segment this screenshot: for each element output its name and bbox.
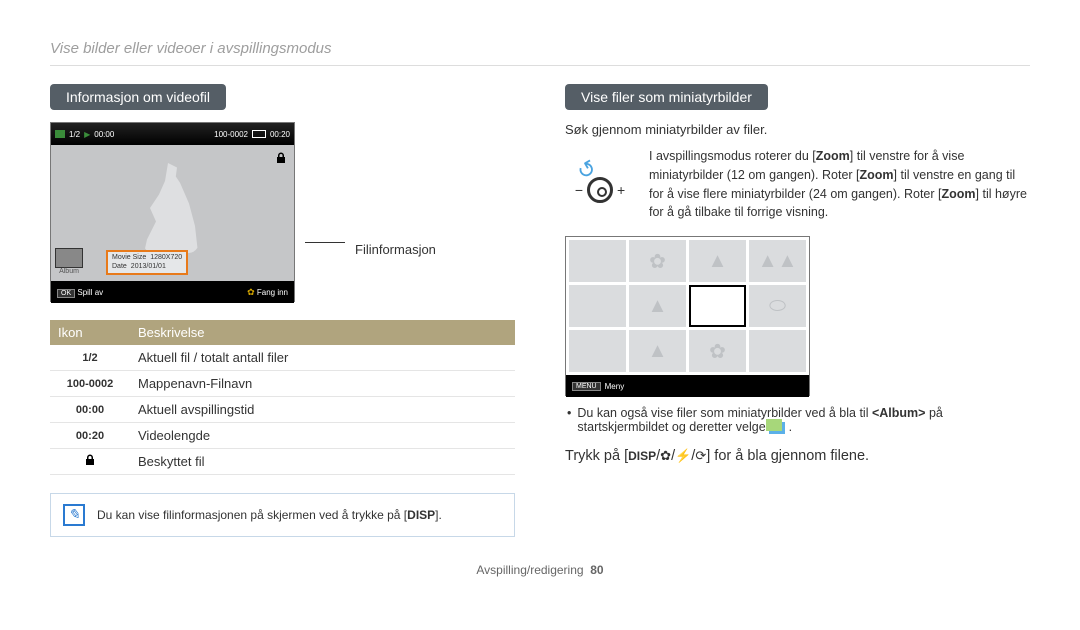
section-heading-left: Informasjon om videofil <box>50 84 226 110</box>
desc-cell: Aktuell avspillingstid <box>130 397 515 423</box>
divider <box>50 65 1030 66</box>
playtime: 00:00 <box>94 130 114 139</box>
disp-label: DISP <box>628 449 656 463</box>
ok-button: OK <box>57 289 75 298</box>
play-label: Spill av <box>77 288 103 297</box>
icon-description-table: Ikon Beskrivelse 1/2Aktuell fil / totalt… <box>50 320 515 475</box>
flower-icon: ✿ <box>247 287 255 297</box>
fileinfo-callout: Filinformasjon <box>355 242 436 257</box>
page-title: Vise bilder eller videoer i avspillingsm… <box>50 40 1030 57</box>
thumbnail-grid: ✿ ▲ ▲▲ ▲ ⬭ ▲ ✿ <box>566 237 809 375</box>
file-info-popup: Movie Size 1280X720 Date 2013/01/01 <box>106 250 188 275</box>
thumb-cell <box>569 240 626 282</box>
timer-icon: ⟳ <box>695 448 706 463</box>
album-multi-icon <box>769 422 785 434</box>
duration: 00:20 <box>270 130 290 139</box>
file-counter: 1/2 <box>69 130 80 139</box>
video-frame: Album Movie Size 1280X720 Date 2013/01/01 <box>51 145 294 281</box>
note-text: Du kan vise filinformasjonen på skjermen… <box>97 508 442 522</box>
icon-cell: 100-0002 <box>50 371 130 397</box>
album-thumb: Album <box>55 248 83 275</box>
video-topbar: 1/2 ▶ 00:00 100-0002 00:20 <box>51 123 294 145</box>
thumbnail-bottombar: MENU Meny <box>566 375 809 397</box>
thumb-cell: ⬭ <box>749 285 806 327</box>
info-size-label: Movie Size <box>112 254 146 262</box>
zoom-dial: − + <box>565 177 635 203</box>
table-head-desc: Beskrivelse <box>130 320 515 345</box>
bullet-note: • Du kan også vise filer som miniatyrbil… <box>565 406 1030 434</box>
thumb-cell <box>569 285 626 327</box>
minus-label: − <box>575 182 583 198</box>
thumb-cell: ▲▲ <box>749 240 806 282</box>
info-date-value: 2013/01/01 <box>131 263 166 271</box>
footer-section: Avspilling/redigering <box>476 563 583 577</box>
table-head-icon: Ikon <box>50 320 130 345</box>
flower-icon: ✿ <box>660 448 671 463</box>
thumb-cell <box>749 330 806 372</box>
info-date-label: Date <box>112 263 127 271</box>
thumb-cell: ▲ <box>629 285 686 327</box>
dancer-silhouette <box>141 163 201 253</box>
table-row: Beskyttet fil <box>50 449 515 475</box>
desc-cell: Beskyttet fil <box>130 449 515 475</box>
capture-label: Fang inn <box>257 288 288 297</box>
icon-cell: 00:00 <box>50 397 130 423</box>
bullet-icon: • <box>567 406 571 434</box>
battery-icon <box>252 130 266 138</box>
video-bottombar: OK Spill av ✿ Fang inn <box>51 281 294 303</box>
left-column: Informasjon om videofil 1/2 ▶ 00:00 100-… <box>50 84 515 537</box>
table-row: 00:20Videolengde <box>50 423 515 449</box>
desc-cell: Aktuell fil / totalt antall filer <box>130 345 515 371</box>
thumbnail-screenshot: ✿ ▲ ▲▲ ▲ ⬭ ▲ ✿ MENU Meny <box>565 236 810 396</box>
flash-icon: ⚡ <box>675 448 691 463</box>
intro-text: Søk gjennom miniatyrbilder av filer. <box>565 122 1030 137</box>
thumb-cell: ▲ <box>689 240 746 282</box>
info-size-value: 1280X720 <box>150 254 182 262</box>
zoom-wheel-icon <box>587 177 613 203</box>
lock-icon <box>85 454 95 466</box>
table-row: 1/2Aktuell fil / totalt antall filer <box>50 345 515 371</box>
section-heading-right: Vise filer som miniatyrbilder <box>565 84 768 110</box>
navigation-instruction: Trykk på [DISP/✿/⚡/⟳] for å bla gjennom … <box>565 448 1030 464</box>
zoom-instruction: ↺ − + I avspillingsmodus roterer du [Zoo… <box>565 147 1030 222</box>
thumb-cell: ✿ <box>689 330 746 372</box>
footer-page-number: 80 <box>590 563 603 577</box>
table-row: 00:00Aktuell avspillingstid <box>50 397 515 423</box>
thumb-cell: ▲ <box>629 330 686 372</box>
info-icon: ✎ <box>63 504 85 526</box>
icon-cell: 1/2 <box>50 345 130 371</box>
thumb-cell-selected <box>689 285 746 327</box>
menu-label: Meny <box>605 382 625 391</box>
menu-button: MENU <box>572 382 601 391</box>
zoom-graphic: ↺ − + <box>565 147 635 203</box>
page-footer: Avspilling/redigering 80 <box>50 563 1030 577</box>
note-box: ✎ Du kan vise filinformasjonen på skjerm… <box>50 493 515 537</box>
icon-cell: 00:20 <box>50 423 130 449</box>
leader-line <box>305 242 345 243</box>
play-status-icon <box>55 130 65 138</box>
lock-icon <box>276 151 288 163</box>
video-screenshot: 1/2 ▶ 00:00 100-0002 00:20 <box>50 122 295 302</box>
desc-cell: Mappenavn-Filnavn <box>130 371 515 397</box>
thumb-cell <box>569 330 626 372</box>
folder-file: 100-0002 <box>214 130 248 139</box>
icon-cell <box>50 449 130 475</box>
album-label: Album <box>59 268 79 275</box>
plus-label: + <box>617 182 625 198</box>
bullet-text: Du kan også vise filer som miniatyrbilde… <box>577 406 1030 434</box>
disp-label: DISP <box>407 508 435 522</box>
zoom-text: I avspillingsmodus roterer du [Zoom] til… <box>649 147 1030 222</box>
desc-cell: Videolengde <box>130 423 515 449</box>
table-row: 100-0002Mappenavn-Filnavn <box>50 371 515 397</box>
right-column: Vise filer som miniatyrbilder Søk gjenno… <box>565 84 1030 537</box>
thumb-cell: ✿ <box>629 240 686 282</box>
